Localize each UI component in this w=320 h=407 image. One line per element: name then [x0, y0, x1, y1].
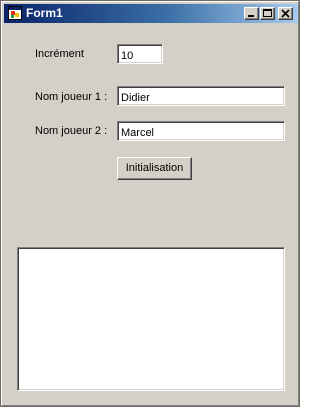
minimize-button[interactable]	[244, 7, 259, 20]
app-window-icon[interactable]	[8, 6, 22, 20]
player2-label: Nom joueur 2 :	[35, 125, 108, 137]
player2-name-input[interactable]	[117, 121, 285, 141]
initialisation-button[interactable]: Initialisation	[117, 157, 192, 180]
minimize-icon	[248, 15, 254, 17]
maximize-icon	[263, 9, 272, 17]
close-icon	[281, 9, 290, 18]
output-listbox[interactable]	[17, 247, 285, 391]
player1-name-input[interactable]	[117, 86, 285, 106]
window-frame: Form1 Incrément Nom joueur 1 :	[1, 1, 299, 406]
form-window: Form1 Incrément Nom joueur 1 :	[0, 0, 300, 407]
window-title: Form1	[26, 6, 63, 20]
title-bar[interactable]: Form1	[4, 4, 298, 23]
increment-label: Incrément	[35, 48, 84, 60]
close-button[interactable]	[278, 7, 293, 20]
increment-input[interactable]	[117, 44, 163, 64]
maximize-button[interactable]	[260, 7, 275, 20]
player1-label: Nom joueur 1 :	[35, 91, 108, 103]
